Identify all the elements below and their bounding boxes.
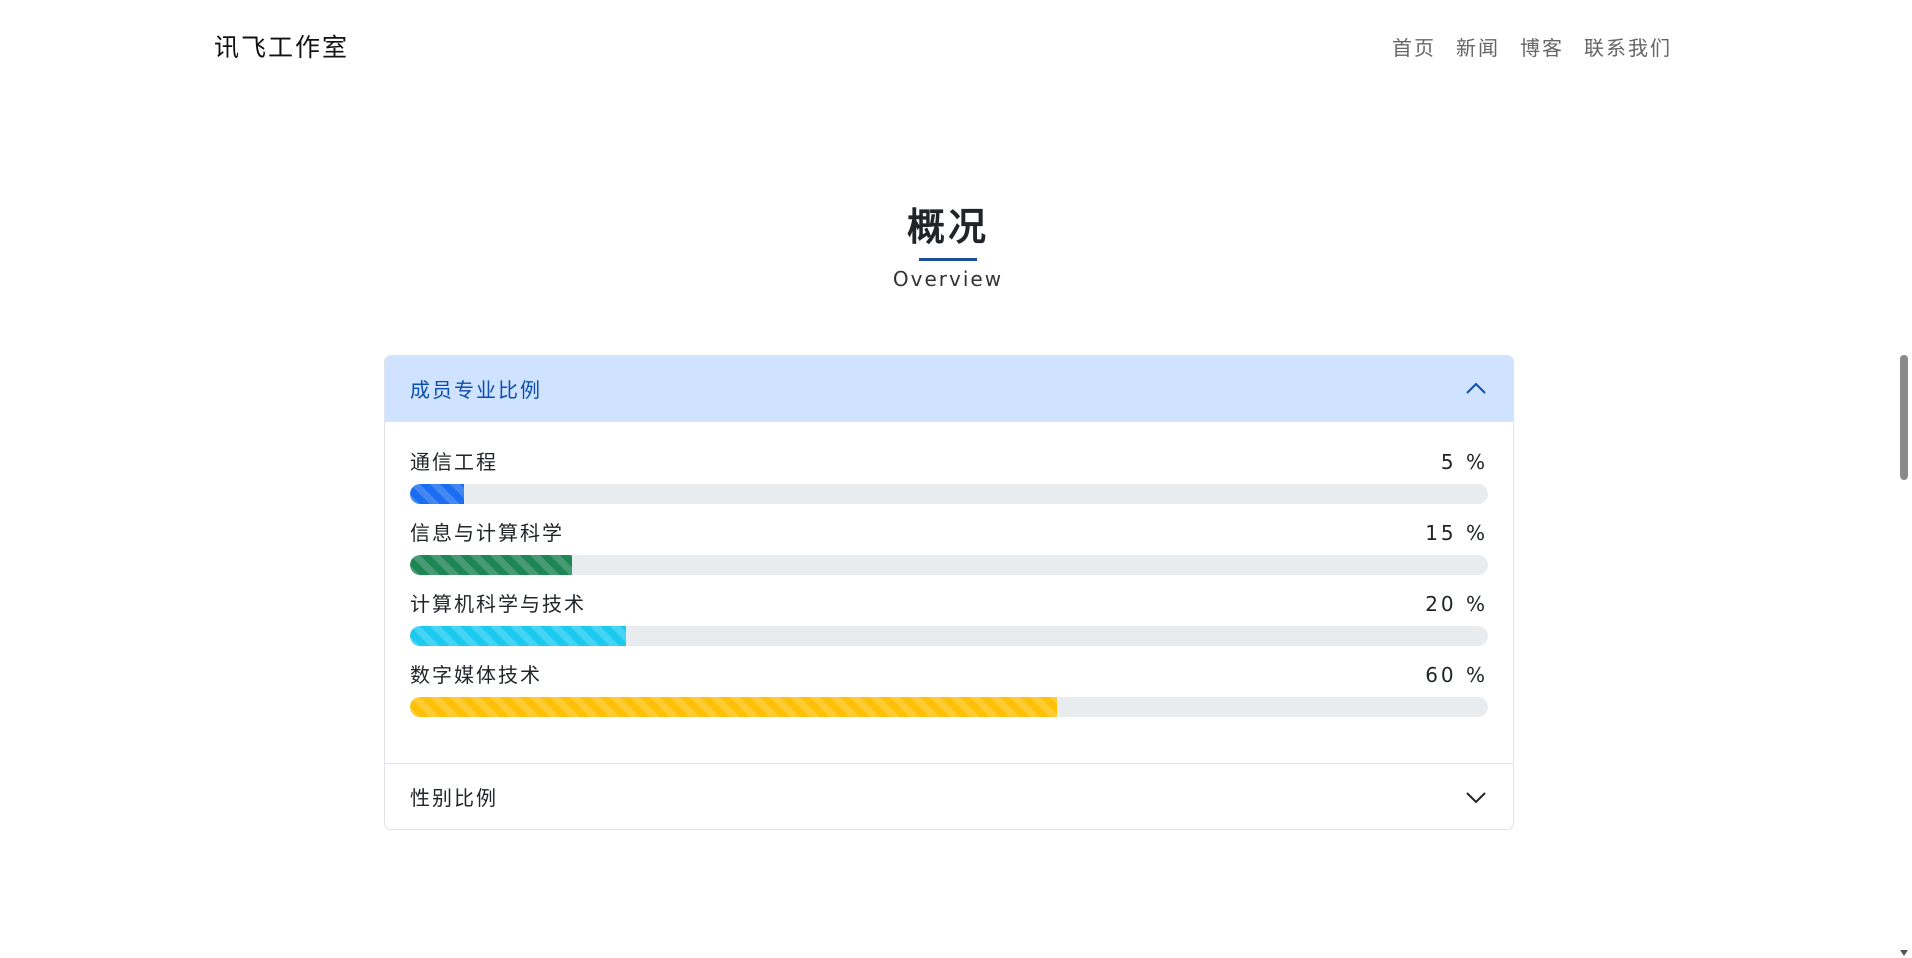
page: 讯飞工作室 首页 新闻 博客 联系我们 概况 Overview 成员专业比例 通… (0, 0, 1912, 958)
nav-item-home[interactable]: 首页 (1392, 32, 1436, 61)
stat-label: 计算机科学与技术 (410, 592, 586, 616)
nav-links: 首页 新闻 博客 联系我们 (1392, 32, 1672, 61)
accordion-body-major-ratio: 通信工程 5 % 信息与计算科学 15 % 计算机科学与技术 20 % 数字媒体… (385, 422, 1513, 763)
scroll-down-arrow-icon[interactable] (1900, 950, 1908, 956)
scrollbar-thumb[interactable] (1900, 355, 1908, 480)
progress-track (410, 555, 1488, 575)
stat-label: 通信工程 (410, 450, 498, 474)
progress-bar (410, 484, 464, 504)
accordion-title: 成员专业比例 (410, 378, 542, 402)
stat-percent: 60 % (1425, 663, 1488, 687)
accordion-title: 性别比例 (410, 786, 498, 810)
section-subtitle: Overview (892, 267, 1004, 291)
progress-bar (410, 626, 626, 646)
nav-item-blog[interactable]: 博客 (1520, 32, 1564, 61)
stat-label: 信息与计算科学 (410, 521, 564, 545)
nav-item-news[interactable]: 新闻 (1456, 32, 1500, 61)
brand-logo[interactable]: 讯飞工作室 (214, 28, 349, 64)
stat-label: 数字媒体技术 (410, 663, 542, 687)
section-title-underline (919, 258, 977, 261)
stat-percent: 15 % (1425, 521, 1488, 545)
progress-bar (410, 697, 1057, 717)
nav-item-contact[interactable]: 联系我们 (1584, 32, 1672, 61)
section-heading: 概况 Overview (0, 200, 1896, 291)
stat-percent: 5 % (1440, 450, 1488, 474)
navbar: 讯飞工作室 首页 新闻 博客 联系我们 (0, 0, 1896, 90)
accordion-header-gender-ratio[interactable]: 性别比例 (385, 763, 1513, 829)
chevron-down-icon (1466, 791, 1486, 803)
page-scrollbar[interactable] (1896, 0, 1912, 958)
stat-item: 计算机科学与技术 20 % (410, 591, 1488, 646)
progress-track (410, 484, 1488, 504)
stat-item: 数字媒体技术 60 % (410, 662, 1488, 717)
stat-percent: 20 % (1425, 592, 1488, 616)
chevron-up-icon (1466, 382, 1486, 394)
stat-item: 通信工程 5 % (410, 449, 1488, 504)
progress-bar (410, 555, 572, 575)
stat-item: 信息与计算科学 15 % (410, 520, 1488, 575)
progress-track (410, 697, 1488, 717)
overview-accordion: 成员专业比例 通信工程 5 % 信息与计算科学 15 % 计算机科学与技术 20… (384, 355, 1514, 830)
progress-track (410, 626, 1488, 646)
section-title: 概况 (906, 205, 989, 249)
accordion-header-major-ratio[interactable]: 成员专业比例 (385, 356, 1513, 422)
